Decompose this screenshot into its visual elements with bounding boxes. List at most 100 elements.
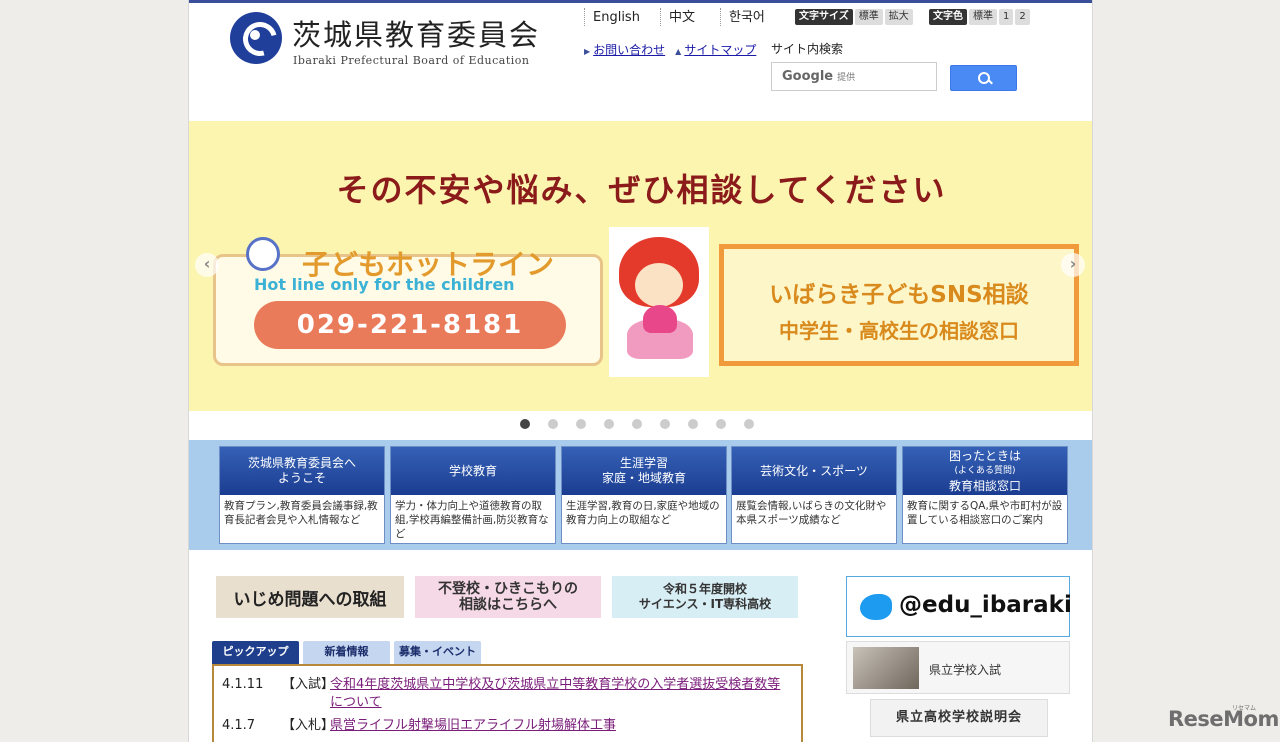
banner-line1: 不登校・ひきこもりの	[438, 581, 578, 597]
nav-card-header: 生涯学習 家庭・地域教育	[562, 447, 726, 495]
banner-headline: その不安や悩み、ぜひ相談してください	[336, 171, 947, 209]
banner-label: 不登校・ひきこもりの 相談はこちらへ	[438, 581, 578, 613]
tab-pickup[interactable]: ピックアップ	[212, 641, 299, 664]
hotline-en: Hot line only for the children	[254, 275, 515, 294]
school-photo	[853, 647, 919, 689]
news-link[interactable]: 令和4年度茨城県立中学校及び茨城県立中等教育学校の入学者選抜受検者数等について	[330, 676, 793, 712]
nav-card-welcome[interactable]: 茨城県教育委員会へ ようこそ 教育プラン,教育委員会議事録,教育長記者会見や入札情…	[219, 446, 385, 544]
font-color-control: 文字色 標準 1 2	[929, 9, 1030, 25]
lang-chinese[interactable]: 中文	[660, 8, 710, 26]
school-entrance-banner[interactable]: 県立学校入試	[846, 641, 1070, 694]
sns-title: いばらき子どもSNS相談	[769, 282, 1029, 308]
search-input[interactable]: Google 提供	[771, 62, 937, 91]
nav-card-desc: 教育に関するQA,県や市町村が設置している相談窓口のご案内	[907, 500, 1063, 526]
mascot-illustration	[609, 227, 709, 377]
watermark-small: リセマム	[1232, 705, 1257, 712]
font-color-standard[interactable]: 標準	[969, 9, 997, 25]
watermark-logo: ReseMom	[1168, 707, 1279, 731]
nav-card-desc: 生涯学習,教育の日,家庭や地域の教育力向上の取組など	[566, 500, 720, 526]
font-color-2[interactable]: 2	[1015, 9, 1030, 25]
nav-card-header: 学校教育	[391, 447, 555, 495]
list-item: 4.1.11 【入試】 令和4年度茨城県立中学校及び茨城県立中等教育学校の入学者…	[222, 676, 793, 712]
nav-title-line1: 学校教育	[448, 463, 497, 478]
banner-label: いじめ問題への取組	[233, 589, 387, 610]
slider-dot-9[interactable]	[744, 419, 754, 429]
news-tabs: ピックアップ 新着情報 募集・イベント	[212, 641, 481, 664]
nav-title-line1: 茨城県教育委員会へ	[247, 456, 356, 470]
font-color-1[interactable]: 1	[999, 9, 1014, 25]
twitter-bird-icon	[860, 594, 892, 620]
nav-card-help[interactable]: 困ったときは (よくある質問) 教育相談窓口 教育に関するQA,県や市町村が設置して…	[902, 446, 1068, 544]
school-explanation-banner[interactable]: 県立高校学校説明会	[870, 699, 1048, 737]
org-name-en: Ibaraki Prefectural Board of Education	[293, 54, 530, 67]
news-link[interactable]: 県営ライフル射撃場旧エアライフル射場解体工事	[330, 717, 616, 735]
font-size-large[interactable]: 拡大	[884, 9, 913, 25]
nav-card-header: 茨城県教育委員会へ ようこそ	[220, 447, 384, 495]
banner-line2: サイエンス・IT専科高校	[638, 597, 772, 611]
lang-english[interactable]: English	[584, 8, 650, 26]
hero-banner[interactable]: その不安や悩み、ぜひ相談してください 子どもホットライン Hot line on…	[189, 121, 1092, 411]
contact-link-wrap: ▶ お問い合わせ	[584, 41, 665, 58]
search-button[interactable]	[950, 65, 1017, 91]
sns-subtitle: 中学生・高校生の相談窓口	[779, 319, 1019, 343]
lang-korean[interactable]: 한국어	[720, 8, 786, 26]
page-container: 茨城県教育委員会 Ibaraki Prefectural Board of Ed…	[188, 0, 1093, 742]
news-date: 4.1.11	[222, 677, 264, 692]
news-list: 4.1.11 【入試】 令和4年度茨城県立中学校及び茨城県立中等教育学校の入学者…	[212, 664, 803, 742]
top-accent-line	[189, 0, 1092, 3]
slider-dot-6[interactable]	[660, 419, 670, 429]
tab-events[interactable]: 募集・イベント	[394, 641, 481, 664]
truancy-banner[interactable]: 不登校・ひきこもりの 相談はこちらへ	[415, 576, 601, 618]
language-switcher: English 中文 한국어	[584, 8, 796, 26]
twitter-handle: @edu_ibaraki	[899, 592, 1072, 618]
slider-dot-4[interactable]	[604, 419, 614, 429]
slider-dot-1[interactable]	[520, 419, 530, 429]
nav-card-school[interactable]: 学校教育 学力・体力向上や道徳教育の取組,学校再編整備計画,防災教育など	[390, 446, 556, 544]
slider-dots	[520, 419, 754, 429]
nav-title-line2: ようこそ	[277, 471, 326, 485]
google-brand: Google	[782, 69, 834, 84]
hotline-card: 子どもホットライン Hot line only for the children…	[213, 237, 603, 366]
mascot-face	[635, 263, 683, 307]
nav-card-lifelong[interactable]: 生涯学習 家庭・地域教育 生涯学習,教育の日,家庭や地域の教育力向上の取組など	[561, 446, 727, 544]
nav-card-desc: 展覧会情報,いばらきの文化財や本県スポーツ成績など	[736, 500, 887, 526]
nav-card-header: 芸術文化・スポーツ	[732, 447, 896, 495]
sitemap-link-wrap: ▲ サイトマップ	[675, 41, 756, 58]
font-size-standard[interactable]: 標準	[854, 9, 883, 25]
sitemap-icon: ▲	[675, 47, 682, 56]
nav-card-desc: 学力・体力向上や道徳教育の取組,学校再編整備計画,防災教育など	[395, 500, 549, 540]
contact-link[interactable]: お問い合わせ	[593, 43, 665, 57]
slider-prev-icon[interactable]: ‹	[195, 253, 219, 277]
sitemap-link[interactable]: サイトマップ	[684, 43, 756, 57]
header-links: ▶ お問い合わせ ▲ サイトマップ	[584, 41, 756, 58]
slider-dot-8[interactable]	[716, 419, 726, 429]
slider-dot-7[interactable]	[688, 419, 698, 429]
news-category: 【入札】	[282, 718, 335, 733]
banner-line1: 令和５年度開校	[662, 582, 747, 596]
slider-next-icon[interactable]: ›	[1061, 253, 1085, 277]
news-category: 【入試】	[282, 677, 335, 692]
bullying-banner[interactable]: いじめ問題への取組	[216, 576, 404, 618]
category-nav: 茨城県教育委員会へ ようこそ 教育プラン,教育委員会議事録,教育長記者会見や入札情…	[189, 440, 1092, 550]
slider-dot-2[interactable]	[548, 419, 558, 429]
tab-new[interactable]: 新着情報	[303, 641, 390, 664]
nav-title-line2: 家庭・地域教育	[601, 471, 686, 485]
font-size-control: 文字サイズ 標準 拡大	[795, 9, 913, 25]
nav-card-desc: 教育プラン,教育委員会議事録,教育長記者会見や入札情報など	[224, 500, 378, 526]
nav-card-header: 困ったときは (よくある質問) 教育相談窓口	[903, 447, 1067, 495]
nav-card-arts[interactable]: 芸術文化・スポーツ 展覧会情報,いばらきの文化財や本県スポーツ成績など	[731, 446, 897, 544]
science-it-banner[interactable]: 令和５年度開校 サイエンス・IT専科高校	[612, 576, 798, 618]
school-entrance-label: 県立学校入試	[929, 663, 1002, 677]
google-suffix: 提供	[837, 73, 856, 83]
twitter-banner[interactable]: @edu_ibaraki	[846, 576, 1072, 637]
slider-dot-3[interactable]	[576, 419, 586, 429]
board-logo-icon[interactable]	[230, 12, 282, 64]
banner-line2: 相談はこちらへ	[459, 597, 557, 613]
org-name-jp[interactable]: 茨城県教育委員会	[292, 12, 540, 54]
hotline-logo-icon	[246, 237, 280, 271]
list-item: 4.1.7 【入札】 県営ライフル射撃場旧エアライフル射場解体工事	[222, 717, 793, 735]
font-color-label: 文字色	[929, 9, 967, 25]
banner-label: 令和５年度開校 サイエンス・IT専科高校	[639, 582, 771, 612]
news-date: 4.1.7	[222, 718, 256, 733]
slider-dot-5[interactable]	[632, 419, 642, 429]
